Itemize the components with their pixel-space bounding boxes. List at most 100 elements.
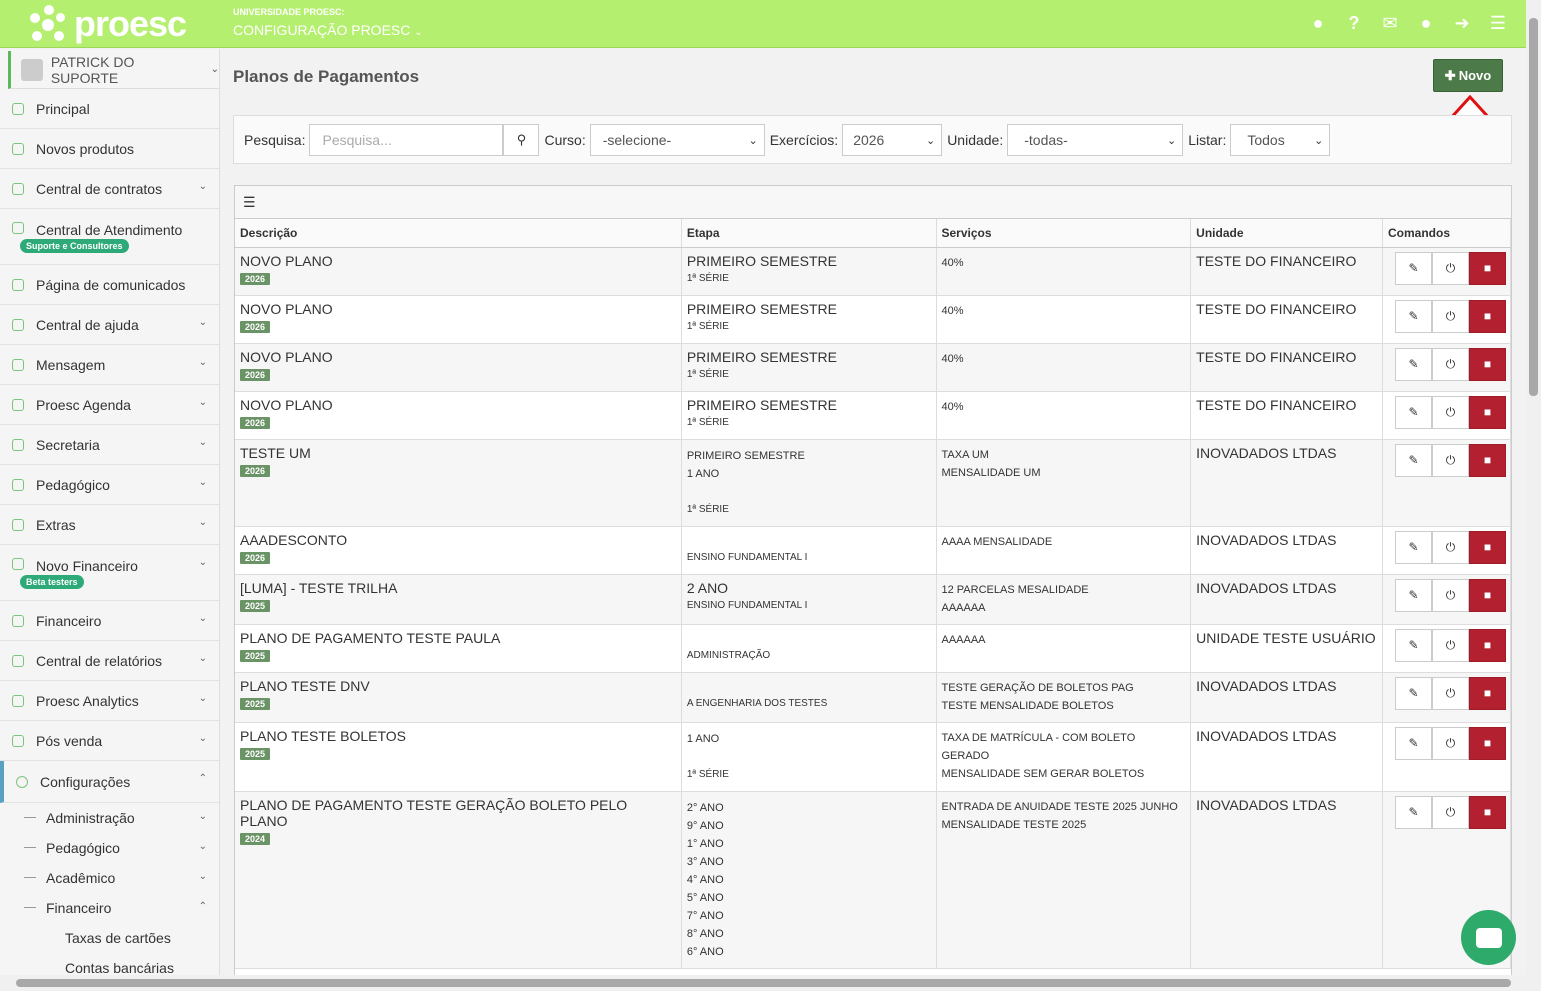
chat-button[interactable]	[1461, 910, 1516, 965]
financeiro-subitem[interactable]: Contas bancárias	[0, 953, 219, 975]
toggle-button[interactable]: ⏻	[1432, 795, 1469, 829]
delete-button[interactable]: ■	[1469, 251, 1506, 285]
delete-button[interactable]: ■	[1469, 578, 1506, 612]
edit-button[interactable]: ✎	[1395, 628, 1432, 662]
sidebar-item-15[interactable]: Pós venda ⌄	[0, 721, 219, 761]
edit-button[interactable]: ✎	[1395, 299, 1432, 333]
help-icon[interactable]: ?	[1344, 12, 1364, 34]
database-icon	[12, 694, 24, 707]
toggle-button[interactable]: ⏻	[1432, 347, 1469, 381]
delete-button[interactable]: ■	[1469, 299, 1506, 333]
edit-button[interactable]: ✎	[1395, 443, 1432, 477]
year-badge: 2026	[240, 464, 271, 477]
horizontal-scrollbar[interactable]	[0, 975, 1526, 991]
sidebar-item-10[interactable]: Extras ⌄	[0, 505, 219, 545]
sidebar-item-14[interactable]: Proesc Analytics ⌄	[0, 681, 219, 721]
edit-button[interactable]: ✎	[1395, 726, 1432, 760]
table-row: NOVO PLANO 2026 PRIMEIRO SEMESTRE 1ª SÉRI…	[235, 295, 1511, 344]
curso-select[interactable]: -selecione- ⌄	[589, 123, 765, 156]
handshake-icon[interactable]: ●	[1308, 12, 1328, 34]
config-subitem[interactable]: Financeiro ⌃	[0, 893, 219, 923]
edit-button[interactable]: ✎	[1395, 795, 1432, 829]
sidebar-item-12[interactable]: Financeiro ⌄	[0, 601, 219, 641]
chevron-down-icon: ⌄	[198, 397, 207, 408]
delete-button[interactable]: ■	[1469, 530, 1506, 564]
megaphone-icon	[12, 278, 24, 291]
chevron-down-icon: ⌄	[198, 357, 207, 368]
sidebar-item-label: Configurações	[40, 773, 131, 790]
logout-icon[interactable]: ➜	[1452, 12, 1472, 34]
top-bar: proesc UNIVERSIDADE PROESC: CONFIGURAÇÃO…	[0, 0, 1526, 48]
sidebar-item-8[interactable]: Secretaria ⌄	[0, 425, 219, 465]
sidebar-item-label: Central de Atendimento	[36, 222, 183, 238]
menu-icon[interactable]: ☰	[1488, 12, 1508, 34]
new-plan-button[interactable]: ✚ Novo	[1433, 59, 1503, 92]
proesc-logo[interactable]: proesc	[30, 4, 187, 44]
delete-button[interactable]: ■	[1469, 726, 1506, 760]
servico-line: MENSALIDADE TESTE 2025	[941, 818, 1087, 831]
plan-description: AAADESCONTO	[240, 531, 348, 548]
listar-select[interactable]: Todos ⌄	[1230, 123, 1331, 156]
delete-button[interactable]: ■	[1469, 676, 1506, 710]
toggle-button[interactable]: ⏻	[1432, 443, 1469, 477]
toggle-button[interactable]: ⏻	[1432, 530, 1469, 564]
sidebar-item-7[interactable]: Proesc Agenda ⌄	[0, 385, 219, 425]
list-icon[interactable]: ☰	[235, 186, 1511, 219]
config-subitem[interactable]: Pedagógico ⌄	[0, 833, 219, 863]
unidade-select[interactable]: -todas- ⌄	[1007, 123, 1184, 156]
star-icon	[12, 142, 24, 155]
envelope-icon[interactable]: ✉	[1380, 12, 1400, 34]
edit-button[interactable]: ✎	[1395, 676, 1432, 710]
delete-button[interactable]: ■	[1469, 795, 1506, 829]
toggle-button[interactable]: ⏻	[1432, 676, 1469, 710]
edit-button[interactable]: ✎	[1395, 347, 1432, 381]
delete-button[interactable]: ■	[1469, 347, 1506, 381]
config-subitem[interactable]: Acadêmico ⌄	[0, 863, 219, 893]
file-icon	[12, 182, 24, 195]
toggle-button[interactable]: ⏻	[1432, 299, 1469, 333]
plan-unit: INOVADADOS LTDAS	[1196, 796, 1337, 813]
search-button[interactable]: ⚲	[503, 123, 540, 156]
sidebar-badge: Suporte e Consultores	[20, 239, 129, 253]
sidebar-item-13[interactable]: Central de relatórios ⌄	[0, 641, 219, 681]
sidebar-item-3[interactable]: Central de Atendimento Suporte e Consult…	[0, 209, 219, 265]
delete-button[interactable]: ■	[1469, 443, 1506, 477]
toggle-button[interactable]: ⏻	[1432, 395, 1469, 429]
user-menu[interactable]: PATRICK DO SUPORTE ⌄	[8, 51, 219, 89]
sidebar-item-11[interactable]: Novo Financeiro ⌄ Beta testers	[0, 545, 219, 601]
financeiro-subitem[interactable]: Taxas de cartões	[0, 923, 219, 953]
edit-button[interactable]: ✎	[1395, 530, 1432, 564]
toggle-button[interactable]: ⏻	[1432, 251, 1469, 285]
institution-selector[interactable]: UNIVERSIDADE PROESC: CONFIGURAÇÃO PROESC…	[233, 7, 423, 38]
edit-button[interactable]: ✎	[1395, 395, 1432, 429]
year-badge: 2026	[240, 320, 271, 333]
toggle-button[interactable]: ⏻	[1432, 726, 1469, 760]
chevron-down-icon: ⌄	[198, 317, 207, 328]
delete-button[interactable]: ■	[1469, 628, 1506, 662]
edit-button[interactable]: ✎	[1395, 578, 1432, 612]
sidebar-item-5[interactable]: Central de ajuda ⌄	[0, 305, 219, 345]
toggle-button[interactable]: ⏻	[1432, 628, 1469, 662]
config-subitem[interactable]: Administração ⌄	[0, 803, 219, 833]
sidebar-item-label: Extras	[36, 516, 76, 533]
year-badge: 2026	[240, 368, 271, 381]
sidebar-item-2[interactable]: Central de contratos ⌄	[0, 169, 219, 209]
chevron-down-icon: ⌄	[198, 733, 207, 744]
edit-button[interactable]: ✎	[1395, 251, 1432, 285]
envelope-icon	[12, 358, 24, 371]
sidebar-item-1[interactable]: Novos produtos	[0, 129, 219, 169]
toggle-button[interactable]: ⏻	[1432, 578, 1469, 612]
sidebar-item-0[interactable]: Principal	[0, 89, 219, 129]
user-icon[interactable]: ●	[1416, 12, 1436, 34]
plan-unit: TESTE DO FINANCEIRO	[1196, 300, 1357, 317]
sidebar-item-9[interactable]: Pedagógico ⌄	[0, 465, 219, 505]
curso-value: -selecione-	[602, 131, 672, 148]
edit-icon: ✎	[1408, 453, 1419, 467]
sidebar-item-configuracoes[interactable]: Configurações ⌃	[0, 761, 219, 803]
vertical-scrollbar[interactable]	[1526, 0, 1541, 991]
delete-button[interactable]: ■	[1469, 395, 1506, 429]
exercicios-select[interactable]: 2026 ⌄	[842, 123, 943, 156]
sidebar-item-6[interactable]: Mensagem ⌄	[0, 345, 219, 385]
sidebar-item-4[interactable]: Página de comunicados	[0, 265, 219, 305]
search-input[interactable]: Pesquisa...	[309, 123, 504, 156]
